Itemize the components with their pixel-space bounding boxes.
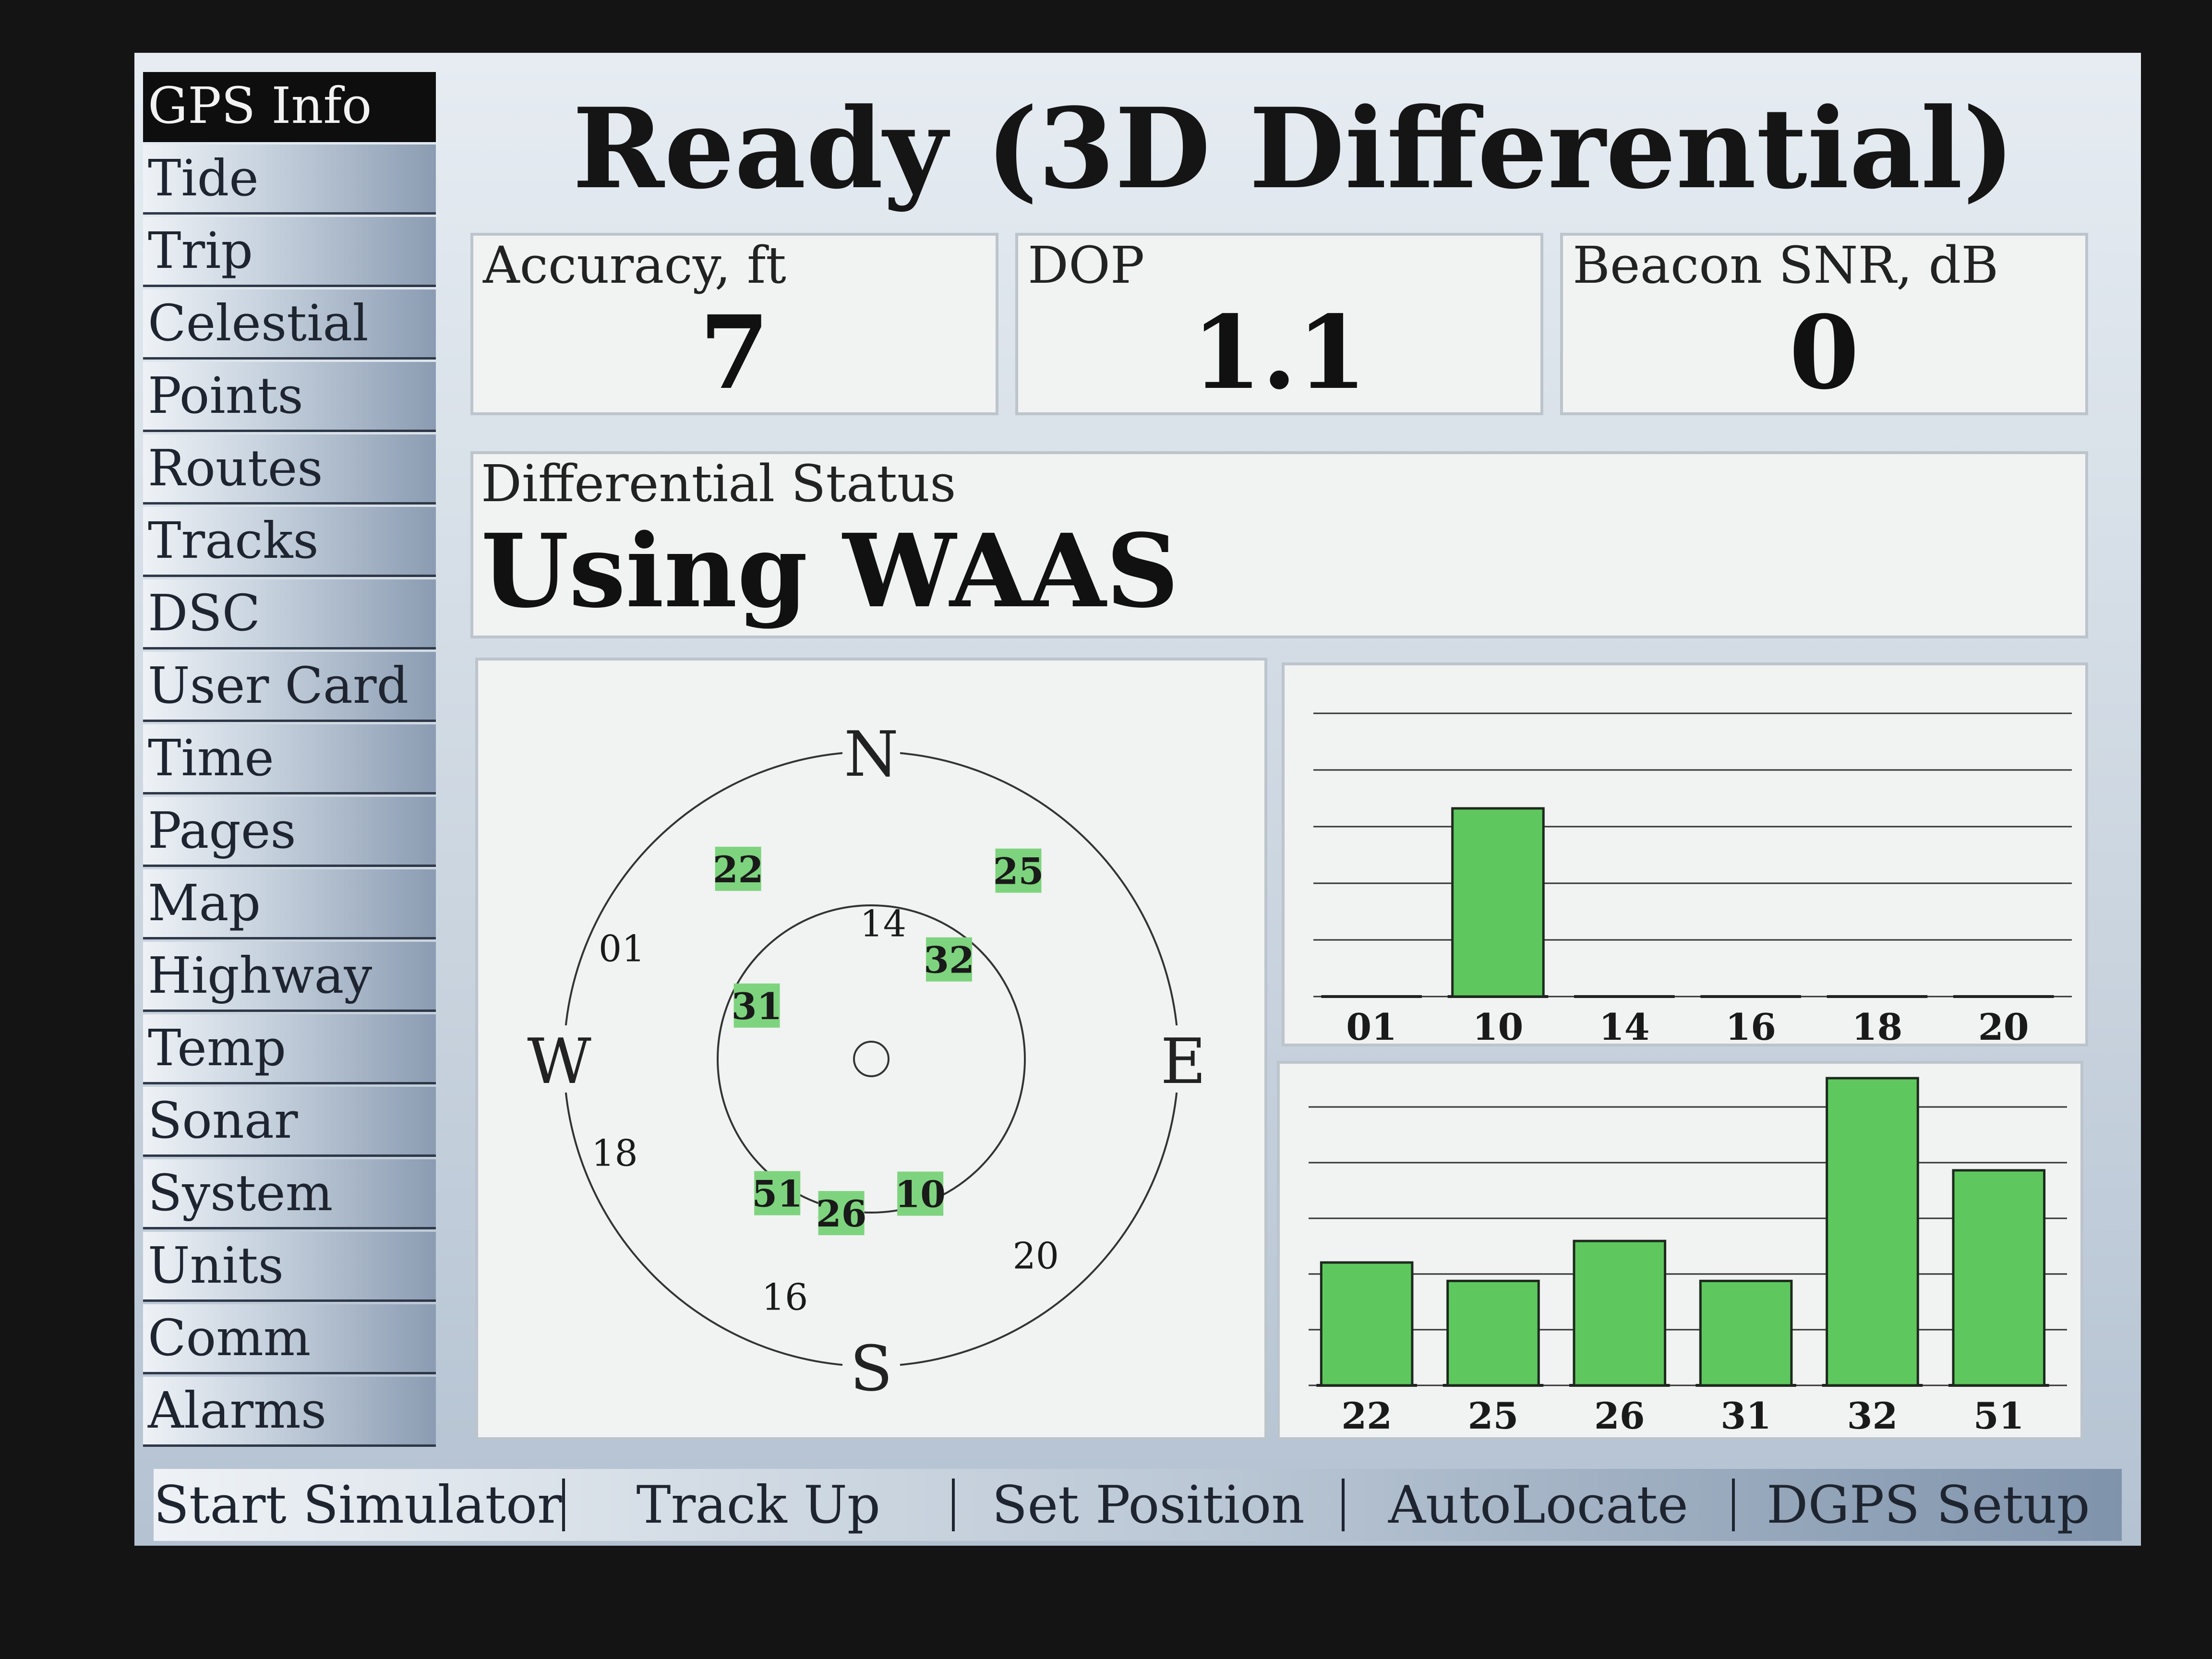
satellite-label: 18 [591,1132,638,1175]
sidebar-item-temp[interactable]: Temp [143,1014,436,1084]
signal-bar-label: 22 [1341,1395,1392,1437]
satellite-label: 10 [895,1173,946,1216]
sky-plot-svg: N E S W 22 25 14 32 31 01 18 51 26 10 20 16 [527,718,1212,1405]
differential-status-label: Differential Status [481,454,956,513]
softkey-bar: Start Simulator Track Up Set Position Au… [154,1469,2122,1541]
signal-bar-label: 20 [1978,1006,2029,1044]
signal-bar [1952,1169,2046,1387]
signal-bars-top-svg: 01 10 14 16 18 20 [1313,712,2072,1048]
start-simulator-button[interactable]: Start Simulator [154,1475,562,1535]
sidebar-item-pages[interactable]: Pages [143,797,436,867]
sidebar-item-user-card[interactable]: User Card [143,652,436,722]
sidebar-item-map[interactable]: Map [143,869,436,939]
signal-bar [1451,807,1545,998]
signal-bar-label: 01 [1346,1006,1397,1044]
compass-north-label: N [844,718,899,791]
signal-bar-label: 51 [1973,1395,2024,1437]
signal-bar [1446,1279,1540,1387]
signal-bar [1573,1239,1667,1387]
elevation-45-ring [717,904,1026,1214]
satellite-label: 01 [599,927,645,970]
sidebar-item-gps-info[interactable]: GPS Info [143,72,436,142]
sidebar-item-celestial[interactable]: Celestial [143,289,436,360]
signal-bar-label: 10 [1473,1006,1524,1044]
signal-bar-label: 16 [1725,1006,1776,1044]
signal-bars-bottom: 22 25 26 31 32 51 [1277,1061,2083,1440]
zenith-marker [853,1041,890,1077]
autolocate-button[interactable]: AutoLocate [1345,1475,1731,1535]
beacon-snr-value: 0 [1789,293,1860,412]
compass-south-label: S [850,1332,892,1405]
sidebar-item-tide[interactable]: Tide [143,144,436,215]
accuracy-value: 7 [699,293,770,412]
set-position-button[interactable]: Set Position [955,1475,1342,1535]
sidebar-item-tracks[interactable]: Tracks [143,507,436,577]
sidebar-item-trip[interactable]: Trip [143,217,436,287]
differential-status-value: Using WAAS [481,512,1179,630]
satellite-label: 32 [924,939,974,982]
sidebar-item-system[interactable]: System [143,1159,436,1229]
beacon-snr-label: Beacon SNR, dB [1573,236,1999,295]
dop-value: 1.1 [1191,293,1367,412]
sidebar-item-highway[interactable]: Highway [143,942,436,1012]
signal-bar-label: 32 [1847,1395,1898,1437]
compass-west-label: W [527,1025,591,1098]
satellite-label: 20 [1012,1235,1059,1277]
sidebar-item-units[interactable]: Units [143,1232,436,1302]
signal-bars-top: 01 10 14 16 18 20 [1282,662,2088,1048]
satellite-label: 31 [732,985,782,1028]
sidebar-item-dsc[interactable]: DSC [143,579,436,649]
signal-bar [1699,1279,1793,1387]
signal-bar [1320,1261,1414,1387]
differential-status-field[interactable]: Differential Status Using WAAS [470,451,2088,638]
signal-bars-bottom-svg: 22 25 26 31 32 51 [1309,1077,2067,1437]
satellite-label: 51 [752,1173,803,1215]
accuracy-field[interactable]: Accuracy, ft 7 [470,233,998,415]
sidebar-item-points[interactable]: Points [143,362,436,432]
signal-bar-label: 25 [1468,1395,1519,1437]
accuracy-label: Accuracy, ft [483,236,786,295]
signal-bar-label: 26 [1594,1395,1645,1437]
track-up-button[interactable]: Track Up [565,1475,952,1535]
satellite-label: 14 [860,902,906,945]
sidebar-item-sonar[interactable]: Sonar [143,1087,436,1157]
signal-bar-label: 31 [1720,1395,1771,1437]
sidebar-item-comm[interactable]: Comm [143,1304,436,1374]
sidebar-item-alarms[interactable]: Alarms [143,1377,436,1447]
satellite-label: 16 [762,1275,808,1318]
signal-bar-label: 18 [1852,1006,1903,1044]
dop-field[interactable]: DOP 1.1 [1015,233,1543,415]
dop-label: DOP [1028,236,1145,295]
satellite-label: 26 [816,1192,867,1235]
sidebar-menu: GPS Info Tide Trip Celestial Points Rout… [143,72,436,1449]
compass-east-label: E [1161,1025,1206,1098]
beacon-snr-field[interactable]: Beacon SNR, dB 0 [1560,233,2088,415]
sidebar-item-time[interactable]: Time [143,724,436,794]
satellite-sky-plot: N E S W 22 25 14 32 31 01 18 51 26 10 20 16 [475,658,1267,1440]
sidebar-item-routes[interactable]: Routes [143,434,436,505]
satellite-label: 22 [713,848,764,891]
gps-display: GPS Info Tide Trip Celestial Points Rout… [134,53,2141,1546]
signal-bar [1826,1077,1919,1387]
dgps-setup-button[interactable]: DGPS Setup [1735,1475,2122,1535]
page-title: Ready (3D Differential) [572,84,2015,214]
satellite-label: 25 [993,850,1044,893]
horizon-ring [563,751,1179,1367]
signal-bar-label: 14 [1599,1006,1650,1044]
